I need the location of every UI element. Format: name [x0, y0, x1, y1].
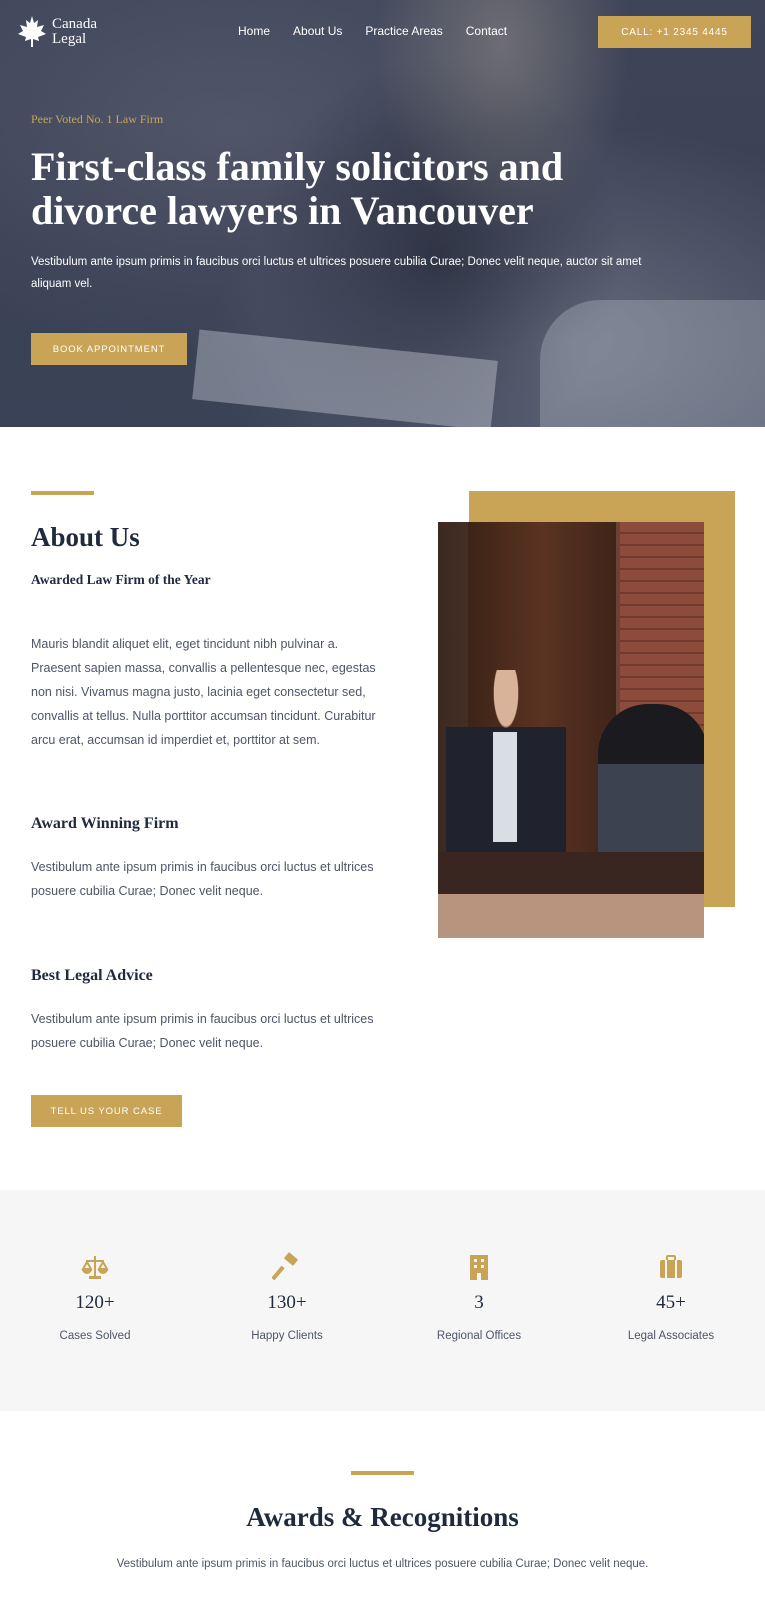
awards-title: Awards & Recognitions [246, 1502, 519, 1532]
briefcase-icon [660, 1255, 682, 1278]
hero-text: Vestibulum ante ipsum primis in faucibus… [31, 256, 642, 290]
scales-icon [81, 1256, 109, 1279]
advice-heading: Best Legal Advice [31, 967, 153, 984]
stat-value: 130+ [267, 1292, 307, 1313]
brand-name-line1: Canada [52, 16, 97, 32]
nav-about-us[interactable]: About Us [293, 24, 342, 38]
nav-home[interactable]: Home [238, 24, 270, 38]
office-meeting-photo [438, 522, 704, 938]
hero-section: Canada Legal Home About Us Practice Area… [0, 0, 765, 427]
nav-links: Home About Us Practice Areas Contact [238, 24, 530, 38]
nav-contact[interactable]: Contact [466, 24, 507, 38]
logo[interactable]: Canada Legal [16, 14, 97, 50]
book-appointment-button[interactable]: BOOK APPOINTMENT [31, 333, 187, 365]
awards-text: Vestibulum ante ipsum primis in faucibus… [116, 1558, 649, 1570]
hero-eyebrow: Peer Voted No. 1 Law Firm [31, 112, 164, 126]
tell-us-your-case-button[interactable]: TELL US YOUR CASE [31, 1095, 182, 1127]
photo-lawyer-shirt [493, 732, 517, 842]
brand-name: Canada Legal [52, 17, 97, 47]
gavel-icon [272, 1252, 298, 1281]
stat-label: Happy Clients [251, 1330, 323, 1342]
building-icon [470, 1255, 488, 1280]
award-heading: Award Winning Firm [31, 815, 179, 832]
hero-photo-couch [540, 300, 765, 427]
awards-divider [351, 1471, 414, 1475]
stat-label: Legal Associates [627, 1330, 715, 1342]
stat-value: 45+ [656, 1292, 686, 1313]
award-text: Vestibulum ante ipsum primis in faucibus… [31, 860, 374, 898]
call-button[interactable]: CALL: +1 2345 4445 [598, 16, 751, 48]
stat-label: Cases Solved [59, 1330, 131, 1342]
about-paragraph: Mauris blandit aliquet elit, eget tincid… [31, 637, 376, 747]
stats-section: 120+ Cases Solved 130+ Happy Clients 3 R… [0, 1190, 765, 1411]
stat-label: Regional Offices [436, 1330, 522, 1342]
top-navigation: Canada Legal Home About Us Practice Area… [0, 0, 765, 64]
brand-name-line2: Legal [52, 31, 87, 47]
stat-value: 120+ [75, 1292, 115, 1313]
nav-practice-areas[interactable]: Practice Areas [365, 24, 442, 38]
maple-leaf-icon [18, 16, 46, 47]
about-divider [31, 491, 94, 495]
photo-chair [438, 894, 704, 938]
hero-title: First-class family solicitors and divorc… [31, 144, 564, 233]
advice-text: Vestibulum ante ipsum primis in faucibus… [31, 1012, 374, 1050]
stat-value: 3 [474, 1292, 484, 1313]
about-subtitle: Awarded Law Firm of the Year [31, 572, 211, 587]
about-title: About Us [31, 522, 140, 552]
